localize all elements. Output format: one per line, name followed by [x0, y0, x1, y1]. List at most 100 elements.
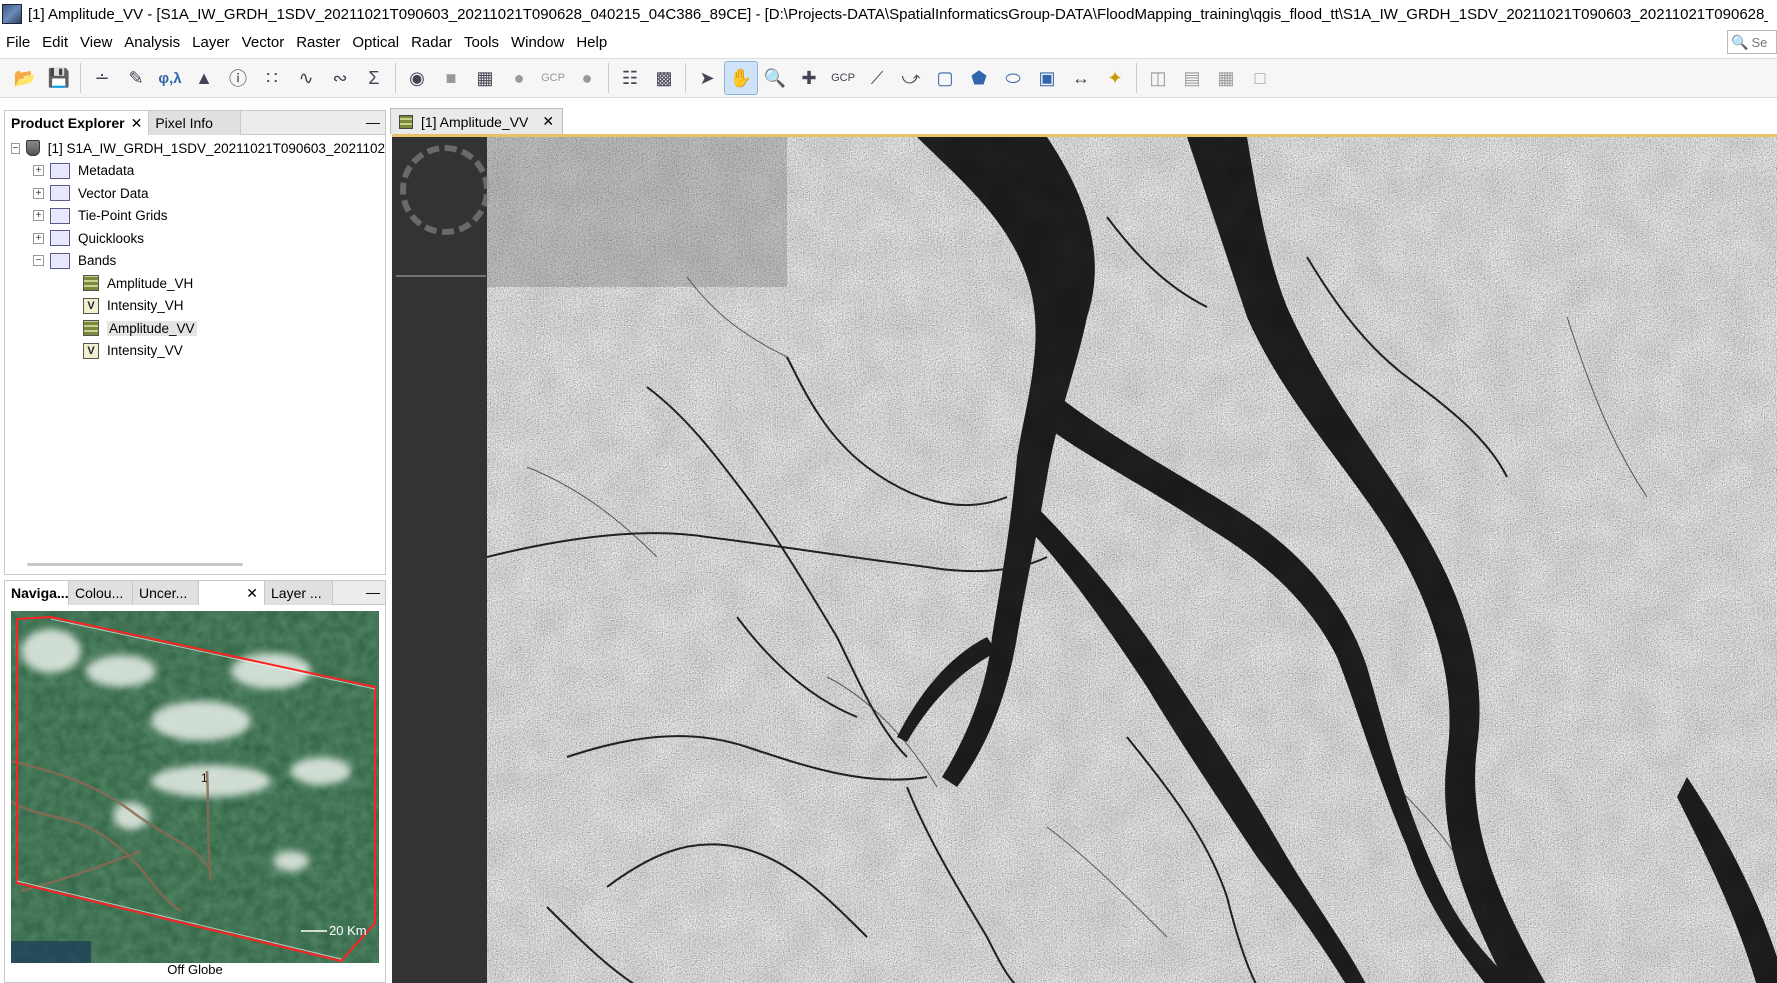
band-maths-icon[interactable]: Σ — [357, 61, 391, 95]
gcp-placing-icon[interactable]: GCP — [826, 61, 860, 95]
minimize-icon[interactable]: — — [361, 581, 385, 604]
line-icon[interactable]: ∸ — [85, 61, 119, 95]
batch-icon[interactable]: ▩ — [647, 61, 681, 95]
tab-label: Layer ... — [271, 585, 322, 601]
menu-help[interactable]: Help — [570, 30, 613, 56]
tree-band-intensity-vv[interactable]: V Intensity_VV — [5, 340, 385, 363]
menu-optical[interactable]: Optical — [346, 30, 405, 56]
eye-icon[interactable]: ◉ — [400, 61, 434, 95]
expand-icon[interactable]: + — [33, 232, 44, 244]
tree-band-amplitude-vv[interactable]: Amplitude_VV — [5, 317, 385, 340]
folder-label: Tie-Point Grids — [78, 208, 168, 224]
search-placeholder: Se — [1751, 34, 1768, 50]
tab-label: Pixel Info — [155, 115, 213, 131]
histogram-icon[interactable]: ▲ — [187, 61, 221, 95]
toolbar-separator — [395, 63, 396, 93]
tree-folder-bands[interactable]: − Bands — [5, 250, 385, 273]
tree-folder-vector-data[interactable]: + Vector Data — [5, 182, 385, 205]
pan-tool-icon[interactable]: ✋ — [724, 61, 758, 95]
product-explorer-panel: Product Explorer ✕ Pixel Info — − [1] S1A… — [4, 110, 386, 575]
collapse-icon[interactable]: − — [11, 142, 20, 154]
tab-product-explorer[interactable]: Product Explorer ✕ — [5, 111, 150, 135]
open-product-icon[interactable]: 📂 — [8, 61, 42, 95]
pin-placing-icon[interactable]: ✚ — [792, 61, 826, 95]
menu-radar[interactable]: Radar — [405, 30, 458, 56]
world-icon[interactable]: ● — [570, 61, 604, 95]
expand-icon[interactable]: + — [33, 210, 44, 222]
product-marker-label: 1 — [201, 771, 208, 785]
menu-edit[interactable]: Edit — [36, 30, 74, 56]
navigation-tabs: Naviga... Colou... Uncer... ✕ Layer ... … — [5, 581, 385, 605]
tree-folder-metadata[interactable]: + Metadata — [5, 160, 385, 183]
image-view[interactable] — [392, 134, 1777, 983]
close-icon[interactable]: ✕ — [542, 113, 554, 130]
tab-pixel-info[interactable]: Pixel Info — [149, 111, 242, 135]
snap-app-icon — [2, 4, 22, 24]
overlay-icon[interactable]: ■ — [434, 61, 468, 95]
tab-label: [1] Amplitude_VV — [421, 113, 529, 130]
tree-folder-tie-point-grids[interactable]: + Tie-Point Grids — [5, 205, 385, 228]
pan-navigation-control[interactable] — [400, 145, 490, 235]
folder-label: Vector Data — [78, 185, 149, 201]
expand-icon[interactable]: + — [33, 165, 44, 177]
phi-lambda-icon[interactable]: φ,λ — [153, 61, 187, 95]
tile-evenly-icon[interactable]: ◫ — [1141, 61, 1175, 95]
menu-layer[interactable]: Layer — [186, 30, 236, 56]
tab-amplitude-vv[interactable]: [1] Amplitude_VV ✕ — [390, 108, 564, 134]
tab-uncertainty[interactable]: Uncer... — [133, 581, 199, 605]
grid-icon[interactable]: ▦ — [468, 61, 502, 95]
rectangle-icon[interactable]: ▢ — [928, 61, 962, 95]
folder-icon — [50, 207, 70, 224]
tree-band-intensity-vh[interactable]: V Intensity_VH — [5, 295, 385, 318]
menu-vector[interactable]: Vector — [236, 30, 291, 56]
search-input[interactable]: 🔍 Se — [1727, 30, 1777, 54]
ellipse-icon[interactable]: ⬭ — [996, 61, 1030, 95]
collapse-icon[interactable]: − — [33, 255, 44, 267]
spectrum-icon[interactable]: ∾ — [323, 61, 357, 95]
tab-world-view[interactable]: ✕ — [199, 581, 265, 605]
folder-icon — [50, 162, 70, 179]
range-finder-icon[interactable]: ▣ — [1030, 61, 1064, 95]
tab-colour-manipulation[interactable]: Colou... — [69, 581, 133, 605]
horizontal-scrollbar[interactable] — [27, 563, 243, 566]
magic-wand-icon[interactable]: ✦ — [1098, 61, 1132, 95]
tab-navigation[interactable]: Naviga... — [5, 581, 69, 605]
world-map-preview[interactable]: 1 20 Km — [11, 611, 379, 963]
expand-icon[interactable]: + — [33, 187, 44, 199]
menu-analysis[interactable]: Analysis — [118, 30, 186, 56]
menu-raster[interactable]: Raster — [290, 30, 346, 56]
edit-icon[interactable]: ✎ — [119, 61, 153, 95]
scatter-icon[interactable]: ∷ — [255, 61, 289, 95]
pin-icon[interactable]: ● — [502, 61, 536, 95]
menu-file[interactable]: File — [0, 30, 36, 56]
tile-single-icon[interactable]: □ — [1243, 61, 1277, 95]
gcp-icon[interactable]: GCP — [536, 61, 570, 95]
product-tree: − [1] S1A_IW_GRDH_1SDV_20211021T090603_2… — [5, 135, 385, 362]
tree-folder-quicklooks[interactable]: + Quicklooks — [5, 227, 385, 250]
folder-icon — [50, 185, 70, 202]
save-product-icon[interactable]: 💾 — [42, 61, 76, 95]
profile-icon[interactable]: ∿ — [289, 61, 323, 95]
close-icon[interactable]: ✕ — [131, 115, 143, 131]
polyline-icon[interactable]: ⤻ — [894, 61, 928, 95]
document-tabs: [1] Amplitude_VV ✕ — [390, 108, 1777, 134]
menu-window[interactable]: Window — [505, 30, 570, 56]
sar-image[interactable] — [487, 137, 1777, 983]
menu-view[interactable]: View — [74, 30, 118, 56]
tile-vertical-icon[interactable]: ▦ — [1209, 61, 1243, 95]
information-icon[interactable]: ⓘ — [221, 61, 255, 95]
close-icon[interactable]: ✕ — [246, 585, 258, 601]
select-tool-icon[interactable]: ➤ — [690, 61, 724, 95]
zoom-slider[interactable] — [396, 275, 486, 277]
tree-band-amplitude-vh[interactable]: Amplitude_VH — [5, 272, 385, 295]
graph-builder-icon[interactable]: ☷ — [613, 61, 647, 95]
tile-horizontal-icon[interactable]: ▤ — [1175, 61, 1209, 95]
line-draw-icon[interactable]: ⟋ — [860, 61, 894, 95]
zoom-tool-icon[interactable]: 🔍 — [758, 61, 792, 95]
tree-product-node[interactable]: − [1] S1A_IW_GRDH_1SDV_20211021T090603_2… — [5, 137, 385, 160]
minimize-icon[interactable]: — — [361, 111, 385, 134]
polygon-icon[interactable]: ⬟ — [962, 61, 996, 95]
measure-icon[interactable]: ↔ — [1064, 61, 1098, 95]
tab-layer-manager[interactable]: Layer ... — [265, 581, 333, 605]
menu-tools[interactable]: Tools — [458, 30, 505, 56]
